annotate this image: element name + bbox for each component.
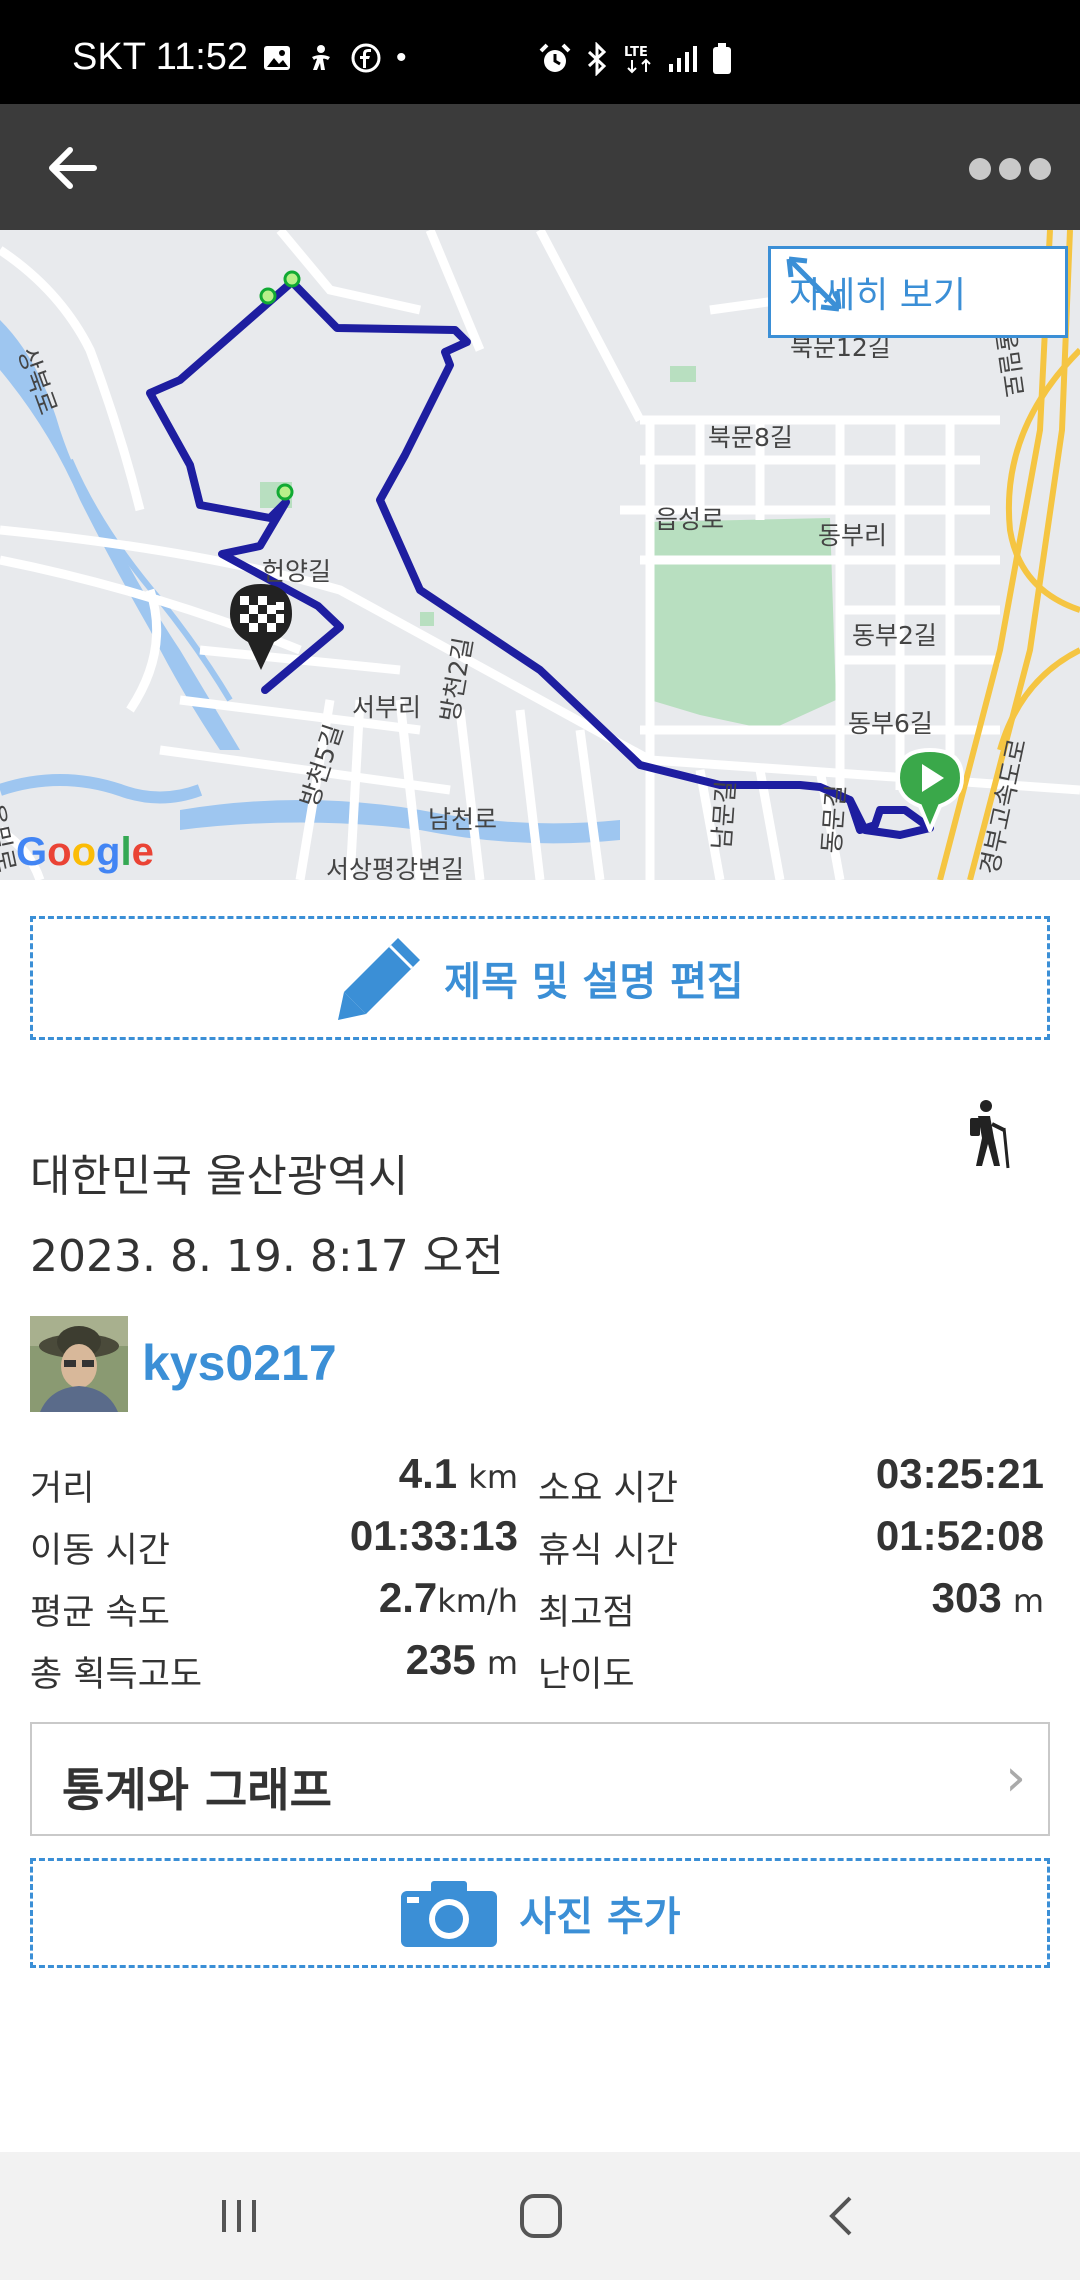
expand-icon [786,256,842,312]
map-label: 헌양길 [262,557,332,586]
more-dots-icon [969,158,991,180]
avg-speed-label: 평균 속도 [30,1593,170,1633]
trip-datetime: 2023. 8. 19. 8:17 오전 [30,1231,504,1282]
moving-time-label: 이동 시간 [30,1531,170,1571]
view-details-button[interactable]: 자세히 보기 [768,246,1068,338]
map-label: 읍성로 [655,505,725,534]
carrier-time: SKT 11:52 [72,36,249,78]
trip-location: 대한민국 울산광역시 [30,1151,409,1202]
nav-back-icon [829,2196,852,2236]
map-label: 남문길 [706,779,741,851]
alarm-icon [539,43,571,72]
route-map[interactable]: 북문12길 북문8길 읍성로 동부리 동부2길 동부6길 헌양길 서부리 방천2… [0,230,1080,880]
edit-title-button[interactable]: 제목 및 설명 편집 [30,916,1050,1040]
map-label: 서부리 [352,693,422,722]
accessibility-icon [312,44,331,70]
more-options-button[interactable] [960,144,1060,194]
start-marker-icon[interactable] [896,748,964,832]
recent-apps-icon [222,2200,256,2232]
add-photo-button[interactable]: 사진 추가 [30,1858,1050,1968]
stat-row: 거리 4.1 km 소요 시간 03:25:21 [30,1450,1050,1512]
stat-row: 평균 속도 2.7km/h 최고점 303 m [30,1574,1050,1636]
rest-time-label: 휴식 시간 [538,1531,678,1571]
moving-time-value: 01:33:13 [349,1512,518,1559]
distance-value: 4.1 km [398,1450,518,1497]
avatar-image [30,1316,128,1412]
battery-icon [713,43,731,74]
status-right: LTE [538,42,734,76]
map-label: 동문길 [816,783,851,855]
difficulty-label: 난이도 [538,1655,635,1695]
stat-row: 이동 시간 01:33:13 휴식 시간 01:52:08 [30,1512,1050,1574]
bluetooth-icon [587,42,607,76]
facebook-icon [351,43,381,72]
rest-time-value: 01:52:08 [875,1512,1044,1559]
map-label: 서상평강변길 [326,855,465,880]
status-bar: SKT 11:52 • LTE [0,0,1080,104]
status-left: SKT 11:52 • [72,36,407,79]
avatar[interactable] [30,1316,128,1412]
finish-marker-icon[interactable] [228,582,294,672]
image-icon [264,45,291,70]
max-elevation-label: 최고점 [538,1593,635,1633]
elevation-gain-label: 총 획득고도 [30,1655,203,1695]
nav-back-button[interactable] [808,2186,878,2246]
home-icon [520,2194,562,2238]
map-label: 북문8길 [708,423,793,452]
dot-icon: • [396,40,407,74]
back-button[interactable] [36,130,112,206]
username-link[interactable]: kys0217 [142,1334,337,1392]
system-nav-bar [0,2152,1080,2280]
total-time-value: 03:25:21 [875,1450,1044,1497]
hiking-icon [970,1100,1010,1169]
map-label: 동부리 [818,521,888,550]
google-logo: Google [16,830,154,874]
map-label: 남천로 [428,805,498,834]
lte-icon: LTE [624,45,651,74]
pencil-icon [338,938,421,1020]
distance-label: 거리 [30,1469,95,1509]
recent-apps-button[interactable] [204,2186,274,2246]
edit-title-label: 제목 및 설명 편집 [444,959,744,1005]
stats-graph-label: 통계와 그래프 [62,1763,332,1817]
avg-speed-value: 2.7km/h [378,1574,518,1621]
home-button[interactable] [506,2186,576,2246]
svg-text:LTE: LTE [624,45,648,60]
add-photo-label: 사진 추가 [519,1894,681,1940]
max-elevation-value: 303 m [931,1574,1044,1621]
stat-row: 총 획득고도 235 m 난이도 [30,1636,1050,1698]
camera-icon [401,1881,498,1947]
app-bar [0,104,1080,230]
stats-graph-button[interactable]: 통계와 그래프 › [30,1722,1050,1836]
signal-icon [669,46,697,72]
chevron-right-icon: › [1005,1748,1026,1808]
back-arrow-icon [49,147,97,189]
elevation-gain-value: 235 m [405,1636,518,1683]
total-time-label: 소요 시간 [538,1469,678,1509]
map-label: 동부2길 [852,621,937,650]
map-label: 동부6길 [848,709,933,738]
